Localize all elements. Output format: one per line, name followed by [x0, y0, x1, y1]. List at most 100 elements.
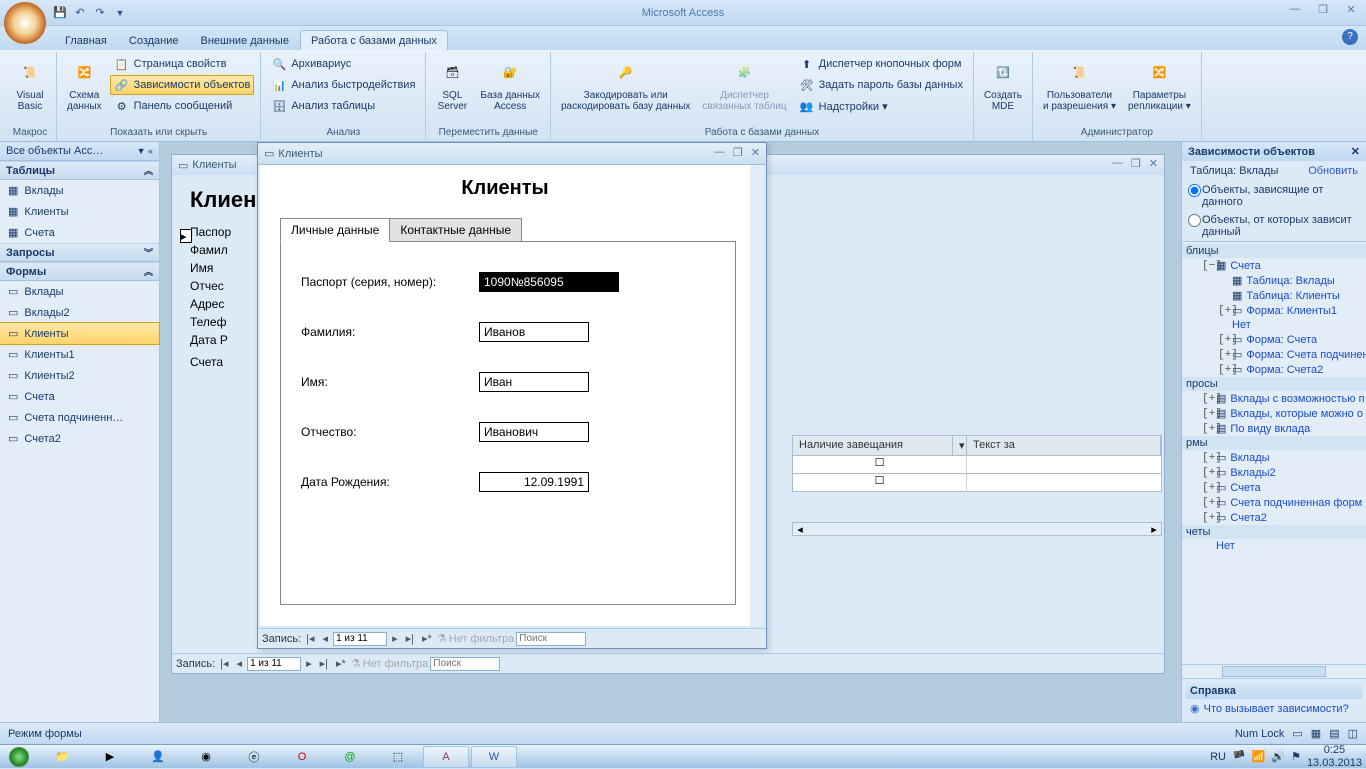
ribbon-tab[interactable]: Главная [54, 30, 118, 50]
tree-node[interactable]: [+]▭Форма: Счета2 [1182, 362, 1366, 377]
bg-minimize-button[interactable]: — [1112, 157, 1123, 170]
dep-radio-depends-on[interactable]: Объекты, зависящие от данного [1182, 181, 1366, 211]
undo-icon[interactable]: ↶ [72, 5, 88, 21]
tree-expander[interactable]: [+] [1218, 364, 1228, 376]
field-input[interactable] [479, 372, 589, 392]
recnav-position[interactable] [247, 657, 301, 671]
maximize-button[interactable]: ❐ [1314, 3, 1332, 16]
recnav-prev[interactable]: ◂ [234, 657, 246, 670]
tray-app-icon[interactable]: ⚑ [1291, 750, 1301, 763]
fg-maximize-button[interactable]: ❐ [733, 146, 743, 159]
tray-sound-icon[interactable]: 🔊 [1271, 750, 1285, 763]
radio-depending-objects[interactable] [1188, 214, 1201, 227]
ribbon-button-small[interactable]: 🔍Архивариус [267, 54, 419, 74]
field-input[interactable] [479, 322, 589, 342]
nav-section-header[interactable]: Таблицы︽ [0, 161, 159, 180]
ribbon-tab[interactable]: Работа с базами данных [300, 30, 448, 50]
bg-col-dropdown[interactable]: ▾ [953, 436, 967, 455]
nav-item[interactable]: ▭Счета подчиненн… [0, 407, 159, 428]
dep-refresh-link[interactable]: Обновить [1308, 165, 1358, 177]
save-icon[interactable]: 💾 [52, 5, 68, 21]
tree-node[interactable]: [+]▭Счета подчиненная форм [1182, 495, 1366, 510]
recnav-search[interactable] [430, 657, 500, 671]
tree-node[interactable]: Нет [1182, 539, 1366, 553]
tree-expander[interactable]: [+] [1202, 423, 1212, 435]
fg-window-titlebar[interactable]: ▭ Клиенты — ❐ ✕ [258, 143, 766, 165]
view-design-icon[interactable]: ◫ [1348, 727, 1358, 740]
tray-language[interactable]: RU [1210, 751, 1226, 763]
field-input[interactable] [479, 422, 589, 442]
ribbon-tab[interactable]: Создание [118, 30, 190, 50]
field-input[interactable] [479, 472, 589, 492]
nav-item[interactable]: ▭Клиенты [0, 322, 160, 345]
tree-expander[interactable]: [+] [1202, 512, 1212, 524]
bg-close-button[interactable]: ✕ [1149, 157, 1158, 170]
taskbar-app2[interactable]: @ [327, 746, 373, 768]
ribbon-button-small[interactable]: 🗄Анализ таблицы [267, 96, 419, 116]
recnav-next[interactable]: ▸ [303, 657, 315, 670]
recnav-position[interactable] [333, 632, 387, 646]
taskbar-access[interactable]: A [423, 746, 469, 768]
taskbar-opera[interactable]: O [279, 746, 325, 768]
nav-section-header[interactable]: Запросы︾ [0, 243, 159, 262]
ribbon-button[interactable]: 🔐База данныхAccess [476, 54, 544, 114]
ribbon-button-small[interactable]: 📊Анализ быстродействия [267, 75, 419, 95]
ribbon-button[interactable]: 📜VisualBasic [10, 54, 50, 114]
ribbon-button[interactable]: 🔀Схемаданных [63, 54, 106, 114]
nav-item[interactable]: ▭Клиенты1 [0, 344, 159, 365]
dep-close-button[interactable]: ✕ [1351, 145, 1360, 158]
recnav-first[interactable]: |◂ [217, 657, 231, 670]
recnav-new[interactable]: ▸* [419, 632, 435, 645]
taskbar-chrome[interactable]: ◉ [183, 746, 229, 768]
nav-item[interactable]: ▭Вклады [0, 281, 159, 302]
view-datasheet-icon[interactable]: ▦ [1311, 727, 1321, 740]
recnav-prev[interactable]: ◂ [320, 632, 332, 645]
view-layout-icon[interactable]: ▤ [1329, 727, 1339, 740]
field-input[interactable] [479, 272, 619, 292]
ribbon-button-small[interactable]: 👥Надстройки ▾ [795, 96, 967, 116]
fg-close-button[interactable]: ✕ [751, 146, 760, 159]
recnav-first[interactable]: |◂ [303, 632, 317, 645]
tree-expander[interactable]: [+] [1202, 452, 1212, 464]
office-button[interactable] [4, 2, 46, 44]
tree-node[interactable]: [−]▦Счета [1182, 258, 1366, 273]
ribbon-button[interactable]: 🔀Параметрырепликации ▾ [1124, 54, 1195, 114]
tree-node[interactable]: [+]▭Форма: Клиенты1 [1182, 303, 1366, 318]
bg-col-testament[interactable]: Наличие завещания [793, 436, 953, 455]
tree-expander[interactable]: [+] [1218, 305, 1228, 317]
tree-expander[interactable]: [+] [1218, 349, 1228, 361]
tree-node[interactable]: [+]▭Вклады [1182, 450, 1366, 465]
tray-flag-icon[interactable]: 🏴 [1232, 750, 1246, 763]
tree-expander[interactable]: [+] [1202, 393, 1212, 405]
nav-item[interactable]: ▭Счета [0, 386, 159, 407]
tree-node[interactable]: [+]▤Вклады с возможностью п [1182, 391, 1366, 406]
ribbon-button-small[interactable]: 🛠Задать пароль базы данных [795, 75, 967, 95]
qat-dropdown-icon[interactable]: ▼ [112, 5, 128, 21]
taskbar-media[interactable]: ▶ [87, 746, 133, 768]
taskbar-vbox[interactable]: ⬚ [375, 746, 421, 768]
taskbar-app1[interactable]: 👤 [135, 746, 181, 768]
bg-maximize-button[interactable]: ❐ [1131, 157, 1141, 170]
minimize-button[interactable]: — [1286, 3, 1304, 16]
recnav-next[interactable]: ▸ [389, 632, 401, 645]
foreground-form-window[interactable]: ▭ Клиенты — ❐ ✕ Клиенты Личные данные Ко… [257, 142, 767, 649]
tray-network-icon[interactable]: 📶 [1252, 750, 1266, 763]
ribbon-button-small[interactable]: 🔗Зависимости объектов [110, 75, 255, 95]
tree-expander[interactable]: [+] [1218, 334, 1228, 346]
nav-item[interactable]: ▭Клиенты2 [0, 365, 159, 386]
recnav-new[interactable]: ▸* [333, 657, 349, 670]
ribbon-button-small[interactable]: ⬆Диспетчер кнопочных форм [795, 54, 967, 74]
tree-node[interactable]: [+]▭Форма: Счета [1182, 332, 1366, 347]
help-button[interactable]: ? [1342, 29, 1358, 45]
ribbon-button-small[interactable]: 📋Страница свойств [110, 54, 255, 74]
taskbar-explorer[interactable]: 📁 [39, 746, 85, 768]
tree-node[interactable]: [+]▭Счета [1182, 480, 1366, 495]
ribbon-button[interactable]: 🔃СоздатьMDE [980, 54, 1026, 114]
nav-section-header[interactable]: Формы︽ [0, 262, 159, 281]
tree-node[interactable]: ▦Таблица: Клиенты [1182, 288, 1366, 303]
nav-item[interactable]: ▦Счета [0, 222, 159, 243]
tree-expander[interactable]: [−] [1202, 260, 1212, 272]
tab-contact-data[interactable]: Контактные данные [389, 218, 522, 242]
ribbon-tab[interactable]: Внешние данные [190, 30, 300, 50]
fg-scrollbar[interactable] [750, 165, 764, 626]
